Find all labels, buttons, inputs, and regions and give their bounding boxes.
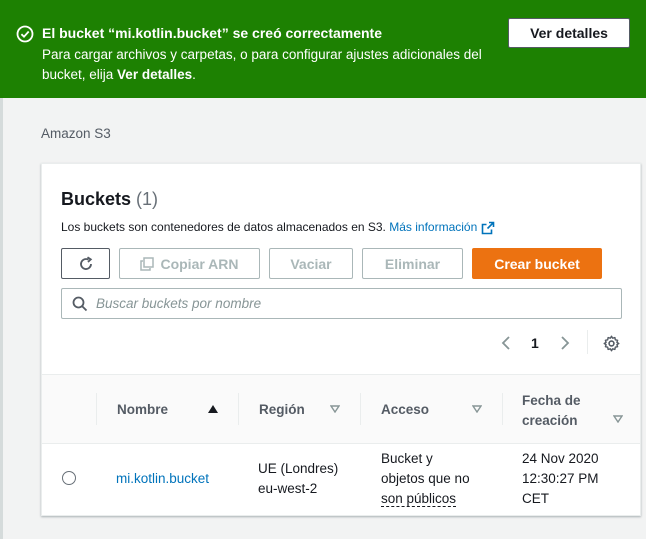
bucket-name-link[interactable]: mi.kotlin.bucket xyxy=(116,469,209,489)
column-separator xyxy=(238,393,239,425)
sort-descending-icon[interactable] xyxy=(613,415,623,423)
column-created-header[interactable]: Fecha de creación xyxy=(522,391,581,431)
empty-bucket-button[interactable]: Vaciar xyxy=(269,248,353,279)
success-check-icon xyxy=(16,25,34,43)
copy-icon xyxy=(140,256,155,271)
settings-gear-icon[interactable] xyxy=(603,335,620,352)
sort-descending-icon[interactable] xyxy=(472,405,482,413)
external-link-icon[interactable] xyxy=(481,221,495,235)
delete-bucket-button[interactable]: Eliminar xyxy=(362,248,463,279)
sort-ascending-icon[interactable] xyxy=(208,405,218,413)
column-name-header[interactable]: Nombre xyxy=(117,402,168,417)
learn-more-link[interactable]: Más información xyxy=(389,220,477,234)
column-separator xyxy=(502,393,503,425)
search-icon xyxy=(72,296,88,312)
panel-description: Los buckets son contenedores de datos al… xyxy=(61,220,495,235)
bucket-access[interactable]: Bucket y objetos que no son públicos xyxy=(381,449,470,509)
sort-descending-icon[interactable] xyxy=(330,405,340,413)
navigation-rail[interactable] xyxy=(0,98,3,539)
table-header: Nombre Región Acceso Fecha de creación xyxy=(42,374,640,444)
row-select-radio[interactable] xyxy=(62,471,76,485)
pagination-divider xyxy=(587,330,588,354)
current-page[interactable]: 1 xyxy=(531,335,539,351)
bucket-region: UE (Londres) eu-west-2 xyxy=(258,461,339,496)
search-input[interactable] xyxy=(96,293,606,314)
column-separator xyxy=(96,393,97,425)
create-bucket-button[interactable]: Crear bucket xyxy=(472,248,602,279)
copy-arn-button[interactable]: Copiar ARN xyxy=(119,248,260,279)
chevron-left-icon[interactable] xyxy=(500,335,512,351)
bucket-created-date: 24 Nov 2020 12:30:27 PM CET xyxy=(522,451,599,506)
bucket-search[interactable] xyxy=(61,288,622,319)
breadcrumb[interactable]: Amazon S3 xyxy=(41,126,111,141)
column-region-header[interactable]: Región xyxy=(259,402,305,417)
column-access-header[interactable]: Acceso xyxy=(381,402,429,417)
notification-description: Para cargar archivos y carpetas, o para … xyxy=(42,47,482,82)
view-details-button[interactable]: Ver detalles xyxy=(508,18,630,48)
bucket-count: (1) xyxy=(136,189,159,209)
panel-title: Buckets (1) xyxy=(61,189,159,209)
buckets-panel: Buckets (1) Los buckets son contenedores… xyxy=(41,163,641,516)
chevron-right-icon[interactable] xyxy=(559,335,571,351)
refresh-button[interactable] xyxy=(61,248,110,279)
notification-title: El bucket “mi.kotlin.bucket” se creó cor… xyxy=(42,25,383,41)
column-separator xyxy=(360,393,361,425)
refresh-icon xyxy=(79,255,92,270)
success-notification: El bucket “mi.kotlin.bucket” se creó cor… xyxy=(0,0,646,98)
